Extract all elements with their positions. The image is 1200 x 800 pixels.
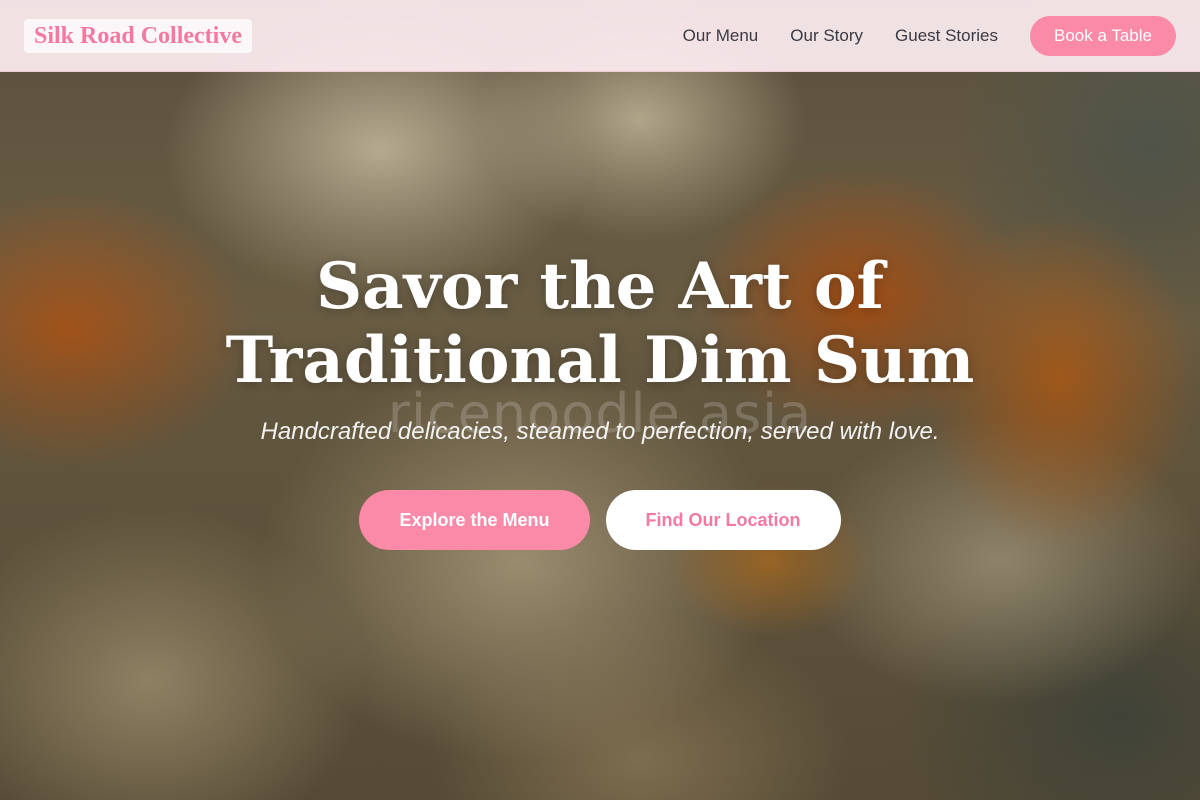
nav-link-guest-stories[interactable]: Guest Stories xyxy=(895,16,998,56)
find-location-button[interactable]: Find Our Location xyxy=(605,490,841,550)
hero-headline-line1: Savor the Art of xyxy=(315,249,885,324)
hero-headline-line2: Traditional Dim Sum xyxy=(225,323,975,398)
nav-link-our-story[interactable]: Our Story xyxy=(790,16,863,56)
hero-cta-group: Explore the Menu Find Our Location xyxy=(0,490,1200,550)
top-navbar: Silk Road Collective Our Menu Our Story … xyxy=(0,0,1200,72)
nav-links: Our Menu Our Story Guest Stories Book a … xyxy=(683,16,1176,56)
brand-logo[interactable]: Silk Road Collective xyxy=(24,19,252,53)
hero-headline: Savor the Art of Traditional Dim Sum xyxy=(0,250,1200,398)
nav-link-our-menu[interactable]: Our Menu xyxy=(683,16,759,56)
book-table-button[interactable]: Book a Table xyxy=(1030,16,1176,56)
hero-subheadline: Handcrafted delicacies, steamed to perfe… xyxy=(260,418,940,445)
explore-menu-button[interactable]: Explore the Menu xyxy=(359,490,590,550)
